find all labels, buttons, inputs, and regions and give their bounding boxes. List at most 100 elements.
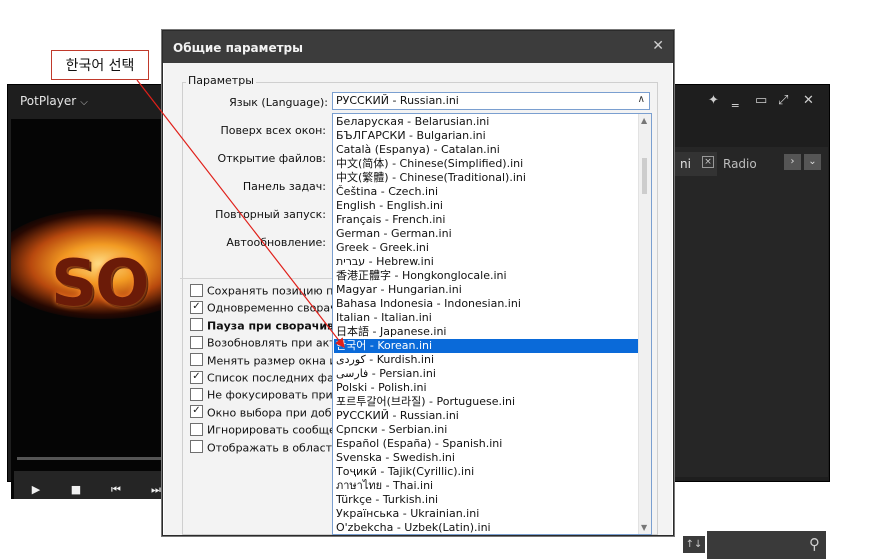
checkbox[interactable] [190, 440, 203, 454]
scroll-up-icon[interactable]: ▲ [641, 116, 647, 125]
checkbox[interactable] [190, 335, 203, 349]
seek-bar[interactable] [17, 457, 167, 460]
tab-close-icon[interactable]: × [702, 156, 714, 168]
language-option[interactable]: Català (Espanya) - Catalan.ini [334, 143, 638, 157]
playlist-panel [672, 147, 828, 477]
checkbox-row[interactable]: Игнорировать сообще [190, 422, 336, 437]
checkbox-row[interactable]: ✓ Одновременно сворач [190, 300, 337, 315]
chevron-down-icon[interactable]: ⌄ [804, 154, 821, 170]
language-option[interactable]: 香港正體字 - Hongkonglocale.ini [334, 269, 638, 283]
fullscreen-icon[interactable]: ⤢ [778, 93, 788, 108]
language-option[interactable]: Čeština - Czech.ini [334, 185, 638, 199]
checkbox-label: Список последних фа [207, 371, 334, 385]
checkbox-row[interactable]: Возобновлять при акт [190, 335, 336, 350]
language-option[interactable]: РУССКИЙ - Russian.ini [334, 409, 638, 423]
tab-radio[interactable]: Radio [723, 157, 757, 171]
stop-icon[interactable]: ■ [68, 483, 84, 496]
play-icon[interactable]: ▶ [28, 483, 44, 496]
chevron-up-icon: ∧ [637, 94, 645, 105]
language-option[interactable]: 日本語 - Japanese.ini [334, 325, 638, 339]
language-option[interactable]: Español (España) - Spanish.ini [334, 437, 638, 451]
language-option[interactable]: Magyar - Hungarian.ini [334, 283, 638, 297]
scroll-down-icon[interactable]: ▼ [641, 523, 647, 532]
language-option[interactable]: Greek - Greek.ini [334, 241, 638, 255]
checkbox-label: Сохранять позицию пр [207, 284, 341, 298]
language-option[interactable]: Српски - Serbian.ini [334, 423, 638, 437]
on-top-label: Поверх всех окон: [220, 124, 326, 137]
language-option[interactable]: 中文(简体) - Chinese(Simplified).ini [334, 157, 638, 171]
minimize-icon[interactable]: ‗ [732, 93, 739, 108]
group-label: Параметры [186, 74, 256, 87]
app-title: PotPlayer [20, 94, 77, 108]
checkbox-row[interactable]: Не фокусировать при [190, 387, 333, 402]
language-label: Язык (Language): [229, 96, 328, 109]
chevron-right-icon[interactable]: › [784, 154, 801, 170]
language-option[interactable]: فارسی - Persian.ini [334, 367, 638, 381]
language-option[interactable]: O'zbekcha - Uzbek(Latin).ini [334, 521, 638, 534]
taskbar-label: Панель задач: [242, 180, 326, 193]
video-area[interactable]: SO ▶ ■ ⏮ ⏭ [11, 119, 169, 499]
sort-icon[interactable]: ↑↓ [683, 536, 705, 553]
checkbox[interactable] [190, 387, 203, 401]
language-option[interactable]: Türkçe - Turkish.ini [334, 493, 638, 507]
close-icon[interactable]: ✕ [803, 93, 814, 108]
dropdown-scrollbar[interactable]: ▲ ▼ [638, 114, 651, 534]
language-option[interactable]: Svenska - Swedish.ini [334, 451, 638, 465]
checkbox[interactable] [190, 283, 203, 297]
language-dropdown-list[interactable]: Беларуская - Belarusian.ini БЪЛГАРСКИ - B… [332, 113, 652, 535]
checkbox-label: Игнорировать сообще [207, 423, 336, 437]
search-icon[interactable]: ⚲ [809, 535, 820, 553]
prev-icon[interactable]: ⏮ [108, 483, 124, 497]
checkbox-label: Менять размер окна и [207, 354, 337, 368]
checkbox-label: Пауза при сворачив [207, 319, 335, 333]
checkbox-label: Одновременно сворач [207, 301, 337, 315]
control-bar: ▶ ■ ⏮ ⏭ [14, 471, 169, 499]
language-option[interactable]: Français - French.ini [334, 213, 638, 227]
checkbox-checked[interactable]: ✓ [190, 405, 203, 419]
language-option[interactable]: 한국어 - Korean.ini [334, 339, 638, 353]
language-option[interactable]: 中文(繁體) - Chinese(Traditional).ini [334, 171, 638, 185]
language-option[interactable]: Тоҷикӣ - Tajik(Cyrillic).ini [334, 465, 638, 479]
annotation-label: 한국어 선택 [51, 50, 149, 80]
checkbox[interactable] [190, 318, 203, 332]
checkbox[interactable] [190, 353, 203, 367]
checkbox-row[interactable]: Отображать в област [190, 440, 333, 455]
language-option[interactable]: ภาษาไทย - Thai.ini [334, 479, 638, 493]
maximize-icon[interactable]: ▭ [755, 93, 767, 108]
restart-label: Повторный запуск: [215, 208, 326, 221]
checkbox[interactable] [190, 422, 203, 436]
checkbox-checked[interactable]: ✓ [190, 300, 203, 314]
playlist-tabs: ni × Radio › ⌄ [672, 150, 828, 176]
scroll-thumb[interactable] [642, 158, 647, 194]
language-option[interactable]: БЪЛГАРСКИ - Bulgarian.ini [334, 129, 638, 143]
checkbox-row[interactable]: Сохранять позицию пр [190, 283, 341, 298]
checkbox-row[interactable]: Менять размер окна и [190, 353, 337, 368]
divider [180, 278, 335, 279]
checkbox-row[interactable]: Пауза при сворачив [190, 318, 335, 333]
tab-playlist-label: ni [680, 157, 691, 171]
language-option[interactable]: 포르투갈어(브라질) - Portuguese.ini [334, 395, 638, 409]
checkbox-checked[interactable]: ✓ [190, 370, 203, 384]
pin-icon[interactable]: ✦ [708, 93, 719, 108]
language-option[interactable]: Українська - Ukrainian.ini [334, 507, 638, 521]
language-option[interactable]: English - English.ini [334, 199, 638, 213]
language-option[interactable]: Bahasa Indonesia - Indonesian.ini [334, 297, 638, 311]
checkbox-row[interactable]: ✓ Список последних фа [190, 370, 334, 385]
language-select-value: РУССКИЙ - Russian.ini [336, 94, 459, 107]
language-option[interactable]: Беларуская - Belarusian.ini [334, 115, 638, 129]
language-option[interactable]: German - German.ini [334, 227, 638, 241]
playlist-search[interactable]: ⚲ [707, 531, 826, 559]
language-select[interactable]: РУССКИЙ - Russian.ini ∧ [332, 92, 650, 110]
language-option[interactable]: Polski - Polish.ini [334, 381, 638, 395]
chevron-down-icon: ⌵ [80, 97, 88, 108]
checkbox-row[interactable]: ✓ Окно выбора при доба [190, 405, 338, 419]
language-option[interactable]: کوردی - Kurdish.ini [334, 353, 638, 367]
checkbox-label: Отображать в област [207, 441, 333, 455]
language-option[interactable]: Italian - Italian.ini [334, 311, 638, 325]
tab-playlist[interactable]: ni × [672, 152, 717, 176]
video-logo-text: SO [51, 247, 149, 321]
checkbox-label: Не фокусировать при [207, 388, 333, 402]
language-option[interactable]: עברית - Hebrew.ini [334, 255, 638, 269]
autoupdate-label: Автообновление: [226, 236, 326, 249]
potplayer-menu-button[interactable]: PotPlayer ⌵ [20, 94, 88, 108]
